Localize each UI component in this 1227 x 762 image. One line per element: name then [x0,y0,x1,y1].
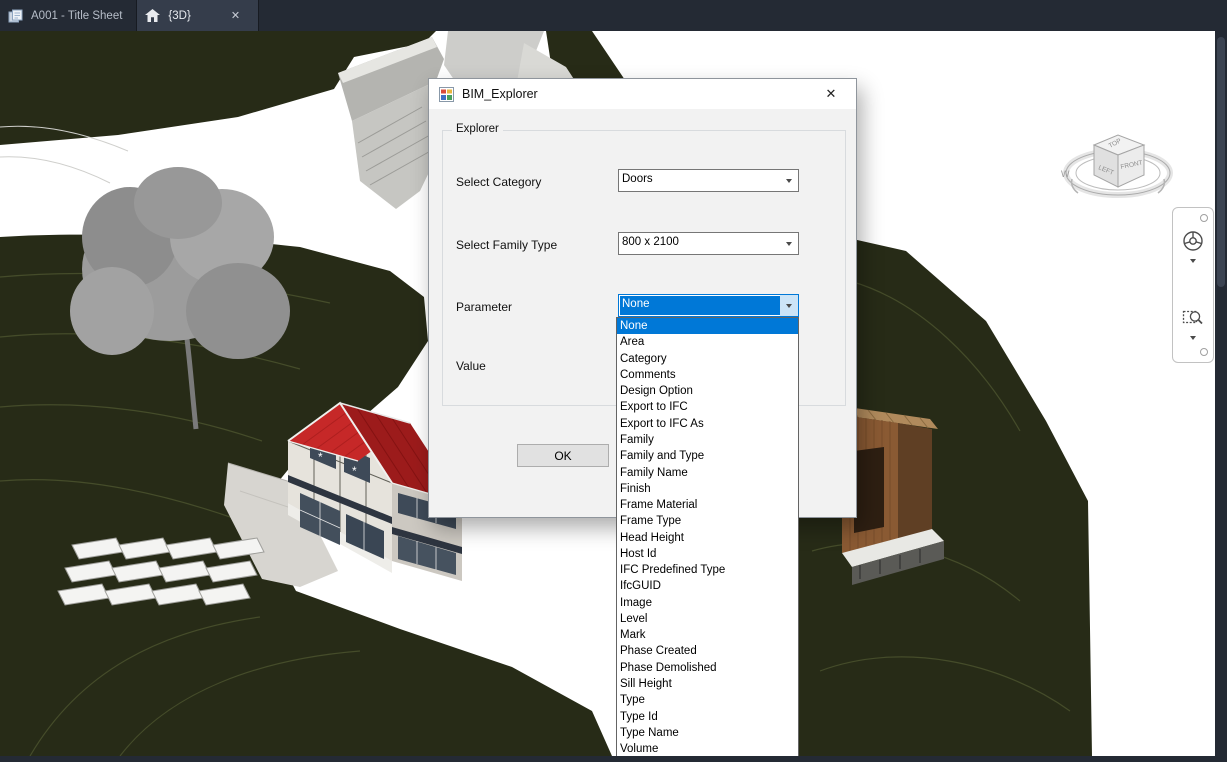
navbar-options-icon[interactable] [1200,348,1208,356]
solar-panels [57,537,265,606]
tab-a001-title-sheet[interactable]: A001 - Title Sheet [0,0,138,31]
dropdown-item-family-name[interactable]: Family Name [617,464,798,480]
dialog-close-icon[interactable]: ✕ [816,86,846,102]
dropdown-item-image[interactable]: Image [617,595,798,611]
dropdown-item-frame-material[interactable]: Frame Material [617,497,798,513]
parameter-combobox[interactable]: None [618,294,799,317]
dropdown-item-family[interactable]: Family [617,432,798,448]
zoom-region-icon[interactable] [1178,303,1208,333]
dialog-title-bar[interactable]: BIM_Explorer ✕ [429,79,856,109]
navigation-bar [1172,207,1214,363]
revit-window: * * W TOP LEFT FRONT A001 - Title Sheet … [0,0,1227,762]
svg-text:*: * [352,464,357,478]
bim-explorer-icon [439,86,454,102]
category-combobox[interactable]: Doors [618,169,799,192]
chevron-down-icon [780,170,798,191]
view-tab-bar: A001 - Title Sheet {3D} ✕ [0,0,1227,31]
dropdown-item-volume[interactable]: Volume [617,741,798,757]
dropdown-item-mark[interactable]: Mark [617,627,798,643]
dropdown-item-comments[interactable]: Comments [617,367,798,383]
dropdown-item-sill-height[interactable]: Sill Height [617,676,798,692]
select-category-label: Select Category [456,175,542,189]
dropdown-item-export-to-ifc[interactable]: Export to IFC [617,399,798,415]
steering-wheel-icon[interactable] [1178,226,1208,256]
category-combobox-value: Doors [622,173,653,185]
dropdown-item-finish[interactable]: Finish [617,481,798,497]
value-label: Value [456,359,486,373]
dropdown-item-phase-demolished[interactable]: Phase Demolished [617,660,798,676]
parameter-dropdown-list: None Area Category Comments Design Option Exp… [616,317,799,758]
chevron-down-icon [780,233,798,254]
dropdown-item-none[interactable]: None [617,318,798,335]
parameter-label: Parameter [456,300,513,314]
dropdown-item-frame-type[interactable]: Frame Type [617,513,798,529]
horizontal-scrollbar[interactable] [0,756,1227,762]
dialog-title: BIM_Explorer [462,87,538,101]
parameter-combobox-value: None [620,296,780,315]
home-icon [145,9,161,22]
dropdown-item-type[interactable]: Type [617,692,798,708]
dropdown-item-area[interactable]: Area [617,334,798,350]
groupbox-label: Explorer [452,123,503,135]
chevron-down-icon[interactable] [1190,259,1196,263]
tab-label: A001 - Title Sheet [31,9,123,22]
ok-button[interactable]: OK [517,444,609,467]
dropdown-item-level[interactable]: Level [617,611,798,627]
dropdown-item-export-to-ifc-as[interactable]: Export to IFC As [617,416,798,432]
dropdown-item-phase-created[interactable]: Phase Created [617,643,798,659]
viewcube-west-label: W [1061,169,1070,179]
dropdown-item-ifcguid[interactable]: IfcGUID [617,578,798,594]
tab-3d[interactable]: {3D} ✕ [137,0,260,31]
select-family-type-label: Select Family Type [456,238,558,252]
chevron-down-icon[interactable] [1190,336,1196,340]
navbar-grip-icon[interactable] [1200,214,1208,222]
svg-text:*: * [318,450,323,464]
dropdown-item-type-name[interactable]: Type Name [617,725,798,741]
sheet-icon [8,9,23,23]
tab-close-icon[interactable]: ✕ [227,7,244,24]
dropdown-item-design-option[interactable]: Design Option [617,383,798,399]
family-type-combobox[interactable]: 800 x 2100 [618,232,799,255]
dropdown-item-head-height[interactable]: Head Height [617,529,798,545]
family-type-combobox-value: 800 x 2100 [622,236,679,248]
dropdown-item-ifc-predefined-type[interactable]: IFC Predefined Type [617,562,798,578]
vertical-scrollbar[interactable] [1215,31,1227,762]
dropdown-item-host-id[interactable]: Host Id [617,546,798,562]
chevron-down-icon [780,295,798,316]
viewcube[interactable]: W TOP LEFT FRONT [1060,117,1180,229]
dropdown-item-type-id[interactable]: Type Id [617,708,798,724]
tab-label: {3D} [168,9,191,22]
dropdown-item-category[interactable]: Category [617,351,798,367]
dropdown-item-family-and-type[interactable]: Family and Type [617,448,798,464]
